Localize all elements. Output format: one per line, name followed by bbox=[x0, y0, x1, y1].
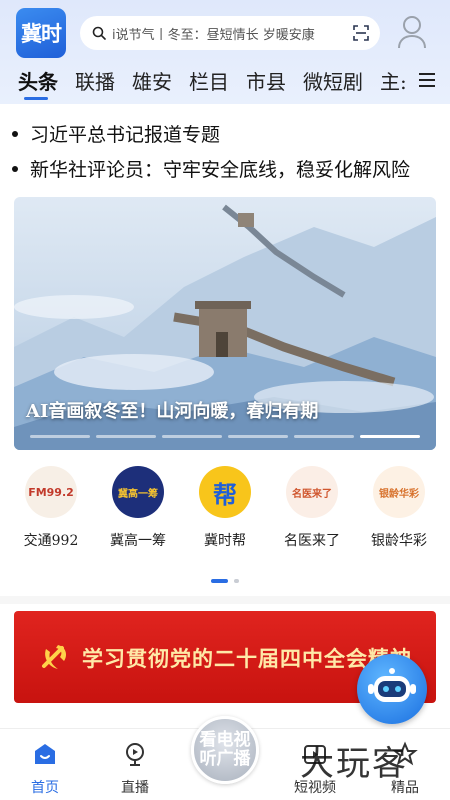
tv-button-line2: 听广播 bbox=[199, 749, 251, 769]
active-tab-indicator bbox=[24, 97, 48, 100]
tab-lanmu[interactable]: 栏目 bbox=[189, 66, 229, 95]
tab-more-partial[interactable]: 主: bbox=[380, 66, 408, 95]
doctor-icon: 名医来了 bbox=[286, 466, 338, 518]
carousel-indicator bbox=[30, 435, 420, 438]
jigaoyichou-icon: 冀高一筹 bbox=[112, 466, 164, 518]
carousel-dot bbox=[294, 435, 354, 438]
shortcut-label: 冀时帮 bbox=[204, 533, 246, 549]
carousel-dot bbox=[96, 435, 156, 438]
tab-shixian[interactable]: 市县 bbox=[246, 66, 286, 95]
shortcut-jishibang[interactable]: 帮 冀时帮 bbox=[185, 466, 265, 550]
carousel-dot bbox=[30, 435, 90, 438]
carousel-dot-active bbox=[360, 435, 420, 438]
search-bar[interactable]: i说节气丨冬至：昼短情长 岁暖安康 bbox=[80, 16, 380, 50]
header: 冀时 i说节气丨冬至：昼短情长 岁暖安康 头条 联播 雄安 栏目 市县 微短剧 … bbox=[0, 0, 450, 104]
shortcut-jigaoyichou[interactable]: 冀高一筹 冀高一筹 bbox=[98, 466, 178, 550]
shortcut-yinlinghuacai[interactable]: 银龄华彩 银龄华彩 bbox=[359, 466, 439, 550]
tab-toutiao[interactable]: 头条 bbox=[18, 66, 58, 95]
scan-icon[interactable] bbox=[352, 24, 370, 42]
shortcut-jiaotong992[interactable]: FM99.2 交通992 bbox=[11, 466, 91, 550]
app-logo[interactable]: 冀时 bbox=[16, 8, 66, 58]
news-item[interactable]: 新华社评论员：守牢安全底线，稳妥化解风险 bbox=[12, 155, 410, 182]
search-placeholder: i说节气丨冬至：昼短情长 岁暖安康 bbox=[112, 27, 315, 43]
party-emblem-icon bbox=[42, 645, 66, 669]
shortcut-pager bbox=[211, 579, 239, 583]
pager-dot-active bbox=[211, 579, 228, 583]
tab-xiongan[interactable]: 雄安 bbox=[132, 66, 172, 95]
silver-age-icon: 银龄华彩 bbox=[373, 466, 425, 518]
shortcut-label: 交通992 bbox=[23, 533, 79, 549]
banner-carousel[interactable]: AI音画叙冬至！山河向暖，春归有期 bbox=[14, 197, 436, 450]
channel-tabs: 头条 联播 雄安 栏目 市县 微短剧 主: bbox=[0, 66, 450, 102]
menu-icon[interactable] bbox=[418, 72, 436, 88]
news-title: 新华社评论员：守牢安全底线，稳妥化解风险 bbox=[30, 159, 411, 181]
nav-live[interactable]: 直播 bbox=[100, 741, 170, 797]
news-item[interactable]: 习近平总书记报道专题 bbox=[12, 120, 220, 147]
user-avatar-icon[interactable] bbox=[396, 14, 428, 50]
news-title: 习近平总书记报道专题 bbox=[30, 124, 221, 146]
bullet-icon bbox=[12, 166, 18, 172]
search-icon bbox=[92, 26, 106, 40]
carousel-dot bbox=[228, 435, 288, 438]
radio-fm-icon: FM99.2 bbox=[25, 466, 77, 518]
watermark: 大玩客 bbox=[300, 744, 408, 784]
tv-radio-button[interactable]: 看电视 听广播 bbox=[191, 716, 259, 784]
tab-weiduanju[interactable]: 微短剧 bbox=[303, 66, 363, 95]
ai-assistant-button[interactable] bbox=[357, 654, 427, 724]
shortcut-label: 冀高一筹 bbox=[110, 533, 166, 549]
carousel-dot bbox=[162, 435, 222, 438]
help-bang-icon: 帮 bbox=[199, 466, 251, 518]
shortcut-label: 名医来了 bbox=[284, 533, 340, 549]
live-icon bbox=[126, 743, 144, 766]
tab-lianbo[interactable]: 联播 bbox=[75, 66, 115, 95]
pager-dot bbox=[234, 579, 239, 583]
shortcut-row: FM99.2 交通992 冀高一筹 冀高一筹 帮 冀时帮 名医来了 名医来了 银… bbox=[0, 466, 450, 556]
shortcut-mingyilaile[interactable]: 名医来了 名医来了 bbox=[272, 466, 352, 550]
home-icon bbox=[35, 744, 55, 764]
nav-label: 直播 bbox=[121, 780, 149, 796]
tv-button-line1: 看电视 bbox=[199, 730, 251, 750]
nav-label: 首页 bbox=[31, 780, 59, 796]
robot-icon bbox=[368, 668, 416, 702]
shortcut-label: 银龄华彩 bbox=[371, 533, 427, 549]
nav-home[interactable]: 首页 bbox=[10, 741, 80, 797]
section-divider bbox=[0, 596, 450, 604]
bullet-icon bbox=[12, 131, 18, 137]
banner-caption: AI音画叙冬至！山河向暖，春归有期 bbox=[26, 401, 319, 422]
